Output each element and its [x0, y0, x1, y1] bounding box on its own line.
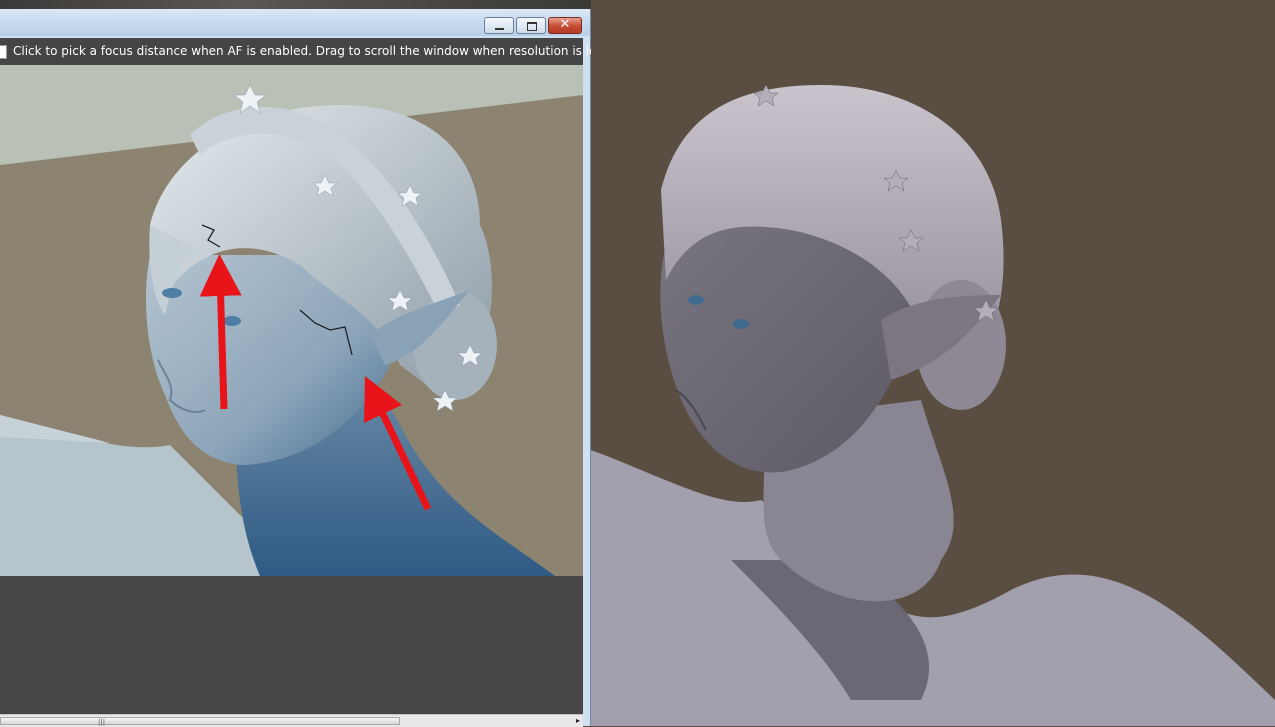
- preview-image: [591, 0, 1275, 726]
- title-bar[interactable]: ✕: [0, 9, 590, 36]
- render-window: ✕ Click to pick a focus distance when AF…: [0, 9, 625, 727]
- render-viewport[interactable]: [0, 65, 583, 576]
- viewport-preview[interactable]: [591, 0, 1275, 726]
- hint-bar: Click to pick a focus distance when AF i…: [0, 38, 625, 65]
- close-icon: ✕: [559, 17, 571, 32]
- minimize-icon: [495, 28, 504, 30]
- maximize-icon: [527, 22, 537, 31]
- maximize-button[interactable]: [516, 17, 546, 34]
- render-image: [0, 65, 583, 576]
- scroll-right-icon[interactable]: ▸: [576, 715, 580, 726]
- annotation-arrow-forehead: [199, 254, 242, 410]
- lower-panel: [0, 576, 583, 724]
- close-button[interactable]: ✕: [548, 17, 582, 34]
- hint-text: Click to pick a focus distance when AF i…: [13, 44, 625, 58]
- minimize-button[interactable]: [484, 17, 514, 34]
- scrollbar-thumb[interactable]: |||: [0, 717, 400, 726]
- grip-icon: |||: [98, 718, 106, 726]
- hint-checkbox[interactable]: [0, 45, 7, 59]
- horizontal-scrollbar[interactable]: ||| ▸: [0, 714, 583, 727]
